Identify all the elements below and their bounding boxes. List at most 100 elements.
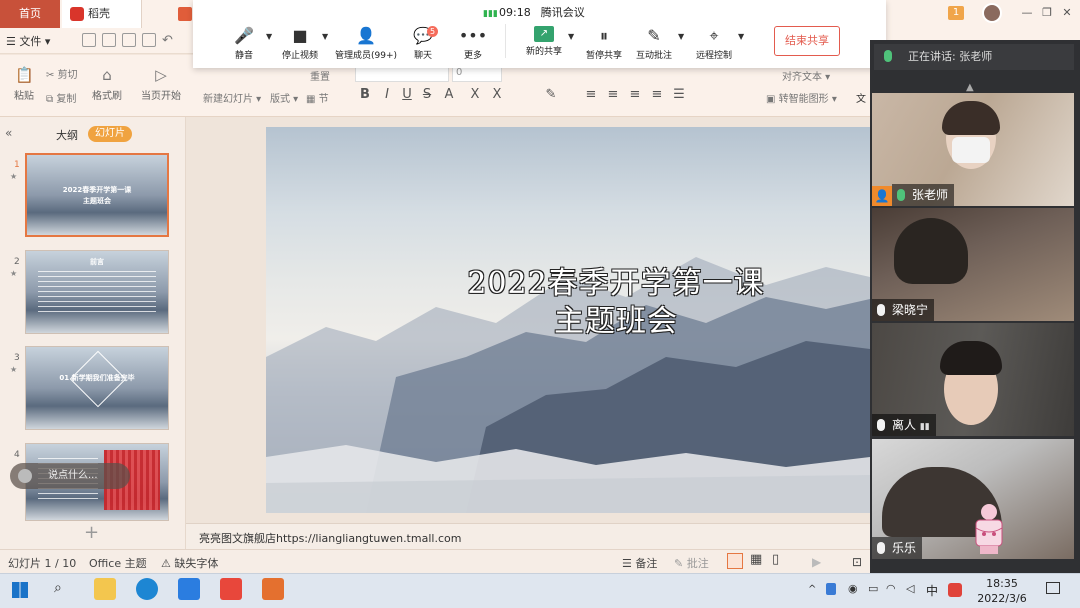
undo-icon[interactable]: ↶ bbox=[162, 33, 173, 48]
italic-icon[interactable]: I bbox=[380, 87, 394, 103]
export-pdf-icon[interactable] bbox=[102, 33, 116, 47]
subscript-icon[interactable]: X bbox=[490, 87, 504, 103]
participant-video[interactable]: 离人 ▮▮ bbox=[872, 323, 1074, 436]
edge-browser-icon[interactable] bbox=[136, 578, 158, 600]
superscript-icon[interactable]: X bbox=[468, 87, 482, 103]
manage-members-label: 管理成员(99+) bbox=[334, 51, 398, 61]
windows-start-icon[interactable] bbox=[12, 582, 28, 598]
bold-icon[interactable]: B bbox=[358, 87, 372, 103]
participant-video[interactable]: 👤 张老师 bbox=[872, 93, 1074, 206]
tab-home[interactable]: 首页 bbox=[0, 0, 60, 28]
preview-icon[interactable] bbox=[142, 33, 156, 47]
align-left-icon[interactable]: ≡ bbox=[584, 87, 598, 103]
notes-toggle[interactable]: ☰ 备注 bbox=[622, 555, 657, 571]
collapse-pane-icon[interactable]: « bbox=[5, 126, 12, 140]
participant-name: 乐乐 bbox=[892, 541, 917, 555]
save-icon[interactable] bbox=[82, 33, 96, 47]
start-from-current-button[interactable]: ▷ 当页开始 bbox=[138, 66, 184, 102]
presentation-app-icon[interactable] bbox=[262, 578, 284, 600]
add-slide-icon[interactable]: + bbox=[84, 522, 99, 543]
tray-meeting-icon[interactable]: ◉ bbox=[848, 582, 858, 595]
tab-outline[interactable]: 大纲 bbox=[56, 127, 78, 143]
reset-button[interactable]: 重置 bbox=[310, 68, 330, 83]
new-slide-button[interactable]: 新建幻灯片 ▾ bbox=[203, 90, 261, 105]
highlight-icon[interactable]: ✎ bbox=[544, 87, 558, 103]
search-icon[interactable]: ⌕ bbox=[54, 580, 62, 596]
scroll-up-icon[interactable]: ▲ bbox=[966, 82, 974, 93]
comments-toggle[interactable]: ✎ 批注 bbox=[674, 555, 709, 571]
new-share-button[interactable]: ↗ 新的共享 bbox=[522, 26, 566, 57]
print-icon[interactable] bbox=[122, 33, 136, 47]
mute-label: 静音 bbox=[234, 51, 253, 61]
section-button[interactable]: ▦ 节 bbox=[306, 90, 329, 105]
layout-button[interactable]: 版式 ▾ bbox=[270, 90, 298, 105]
underline-icon[interactable]: U bbox=[400, 87, 414, 103]
restore-icon[interactable]: ❐ bbox=[1040, 6, 1054, 20]
file-explorer-icon[interactable] bbox=[94, 578, 116, 600]
play-slideshow-icon[interactable]: ▶ bbox=[812, 555, 821, 569]
normal-view-icon[interactable] bbox=[727, 553, 743, 569]
format-painter-button[interactable]: ⌂ 格式刷 bbox=[90, 66, 124, 102]
mute-button[interactable]: 🎤 静音 bbox=[226, 26, 262, 61]
battery-icon[interactable]: ▭ bbox=[868, 582, 878, 595]
presentation-tab-icon[interactable] bbox=[178, 7, 192, 21]
tray-app-icon[interactable] bbox=[826, 583, 836, 595]
annotate-options-arrow[interactable]: ▼ bbox=[678, 32, 684, 41]
missing-fonts-button[interactable]: ⚠ 缺失字体 bbox=[161, 555, 218, 571]
user-avatar[interactable] bbox=[982, 3, 1002, 23]
notification-center-icon[interactable] bbox=[1046, 582, 1060, 594]
theme-name[interactable]: Office 主题 bbox=[89, 555, 147, 571]
wps-icon[interactable] bbox=[220, 578, 242, 600]
text-box-button[interactable]: 文 bbox=[856, 90, 866, 105]
manage-members-button[interactable]: 👤 管理成员(99+) bbox=[334, 26, 398, 61]
current-slide[interactable]: 2022春季开学第一课 主题班会 bbox=[266, 127, 870, 513]
end-share-button[interactable]: 结束共享 bbox=[774, 26, 840, 56]
align-text-button[interactable]: 对齐文本 ▾ bbox=[782, 68, 830, 83]
tray-expand-icon[interactable]: ^ bbox=[808, 584, 816, 595]
slide-thumbnail[interactable]: 前言 bbox=[25, 250, 169, 334]
ime-indicator[interactable]: 中 bbox=[926, 582, 938, 599]
sogou-ime-icon[interactable] bbox=[948, 583, 962, 597]
minimize-icon[interactable]: — bbox=[1020, 6, 1034, 20]
stop-video-button[interactable]: ■ 停止视频 bbox=[278, 26, 322, 61]
tab-slides[interactable]: 幻灯片 bbox=[88, 126, 132, 142]
font-color-icon[interactable]: A bbox=[442, 87, 456, 103]
share-options-arrow[interactable]: ▼ bbox=[568, 32, 574, 41]
annotate-button[interactable]: ✎ 互动批注 bbox=[632, 26, 676, 61]
pause-share-button[interactable]: ⏸ 暂停共享 bbox=[582, 26, 626, 61]
remote-options-arrow[interactable]: ▼ bbox=[738, 32, 744, 41]
slide-thumbnail[interactable]: 01 新学期我们准备完毕 bbox=[25, 346, 169, 430]
align-right-icon[interactable]: ≡ bbox=[628, 87, 642, 103]
more-button[interactable]: ••• 更多 bbox=[458, 26, 488, 61]
say-something-bubble[interactable]: 说点什么... bbox=[10, 463, 130, 489]
notification-badge[interactable]: 1 bbox=[948, 6, 964, 20]
taskbar-clock[interactable]: 18:35 2022/3/6 bbox=[972, 576, 1032, 606]
wifi-icon[interactable]: ◠ bbox=[886, 582, 896, 595]
sorter-view-icon[interactable]: ▦ bbox=[750, 552, 762, 567]
file-menu[interactable]: ☰ 文件 ▾ bbox=[6, 33, 50, 51]
to-smartart-label: 转智能图形 bbox=[778, 94, 829, 105]
close-icon[interactable]: ✕ bbox=[1060, 6, 1074, 20]
participant-video[interactable]: 梁晓宁 bbox=[872, 208, 1074, 321]
toolbar-divider bbox=[505, 24, 506, 58]
tab-daoke[interactable]: 稻壳 bbox=[62, 0, 142, 28]
remote-control-button[interactable]: ⌖ 远程控制 bbox=[692, 26, 736, 61]
reading-view-icon[interactable]: ▯ bbox=[772, 552, 779, 567]
distribute-icon[interactable]: ☰ bbox=[672, 87, 686, 103]
justify-icon[interactable]: ≡ bbox=[650, 87, 664, 103]
cut-button[interactable]: ✂ 剪切 bbox=[46, 66, 78, 81]
desktop: 首页 稻壳 1 — ❐ ✕ ☰ 文件 ▾ ↶ 📋 粘贴 ✂ 剪切 ⧉ 复制 ⌂ 格式… bbox=[0, 0, 1080, 608]
fit-window-icon[interactable]: ⊡ bbox=[852, 555, 862, 569]
video-options-arrow[interactable]: ▼ bbox=[322, 32, 328, 41]
font-size-select[interactable]: 0 bbox=[452, 66, 502, 82]
slide-thumbnail[interactable]: 2022春季开学第一课 主题班会 bbox=[25, 153, 169, 237]
font-family-select[interactable] bbox=[355, 66, 449, 82]
mute-options-arrow[interactable]: ▼ bbox=[266, 32, 272, 41]
strikethrough-icon[interactable]: S bbox=[420, 87, 434, 103]
copy-button[interactable]: ⧉ 复制 bbox=[46, 90, 76, 105]
paste-button[interactable]: 📋 粘贴 bbox=[8, 66, 40, 102]
volume-icon[interactable]: ◁ bbox=[906, 582, 914, 595]
to-smartart-button[interactable]: ▣ 转智能图形 ▾ bbox=[766, 90, 837, 105]
photos-icon[interactable] bbox=[178, 578, 200, 600]
align-center-icon[interactable]: ≡ bbox=[606, 87, 620, 103]
